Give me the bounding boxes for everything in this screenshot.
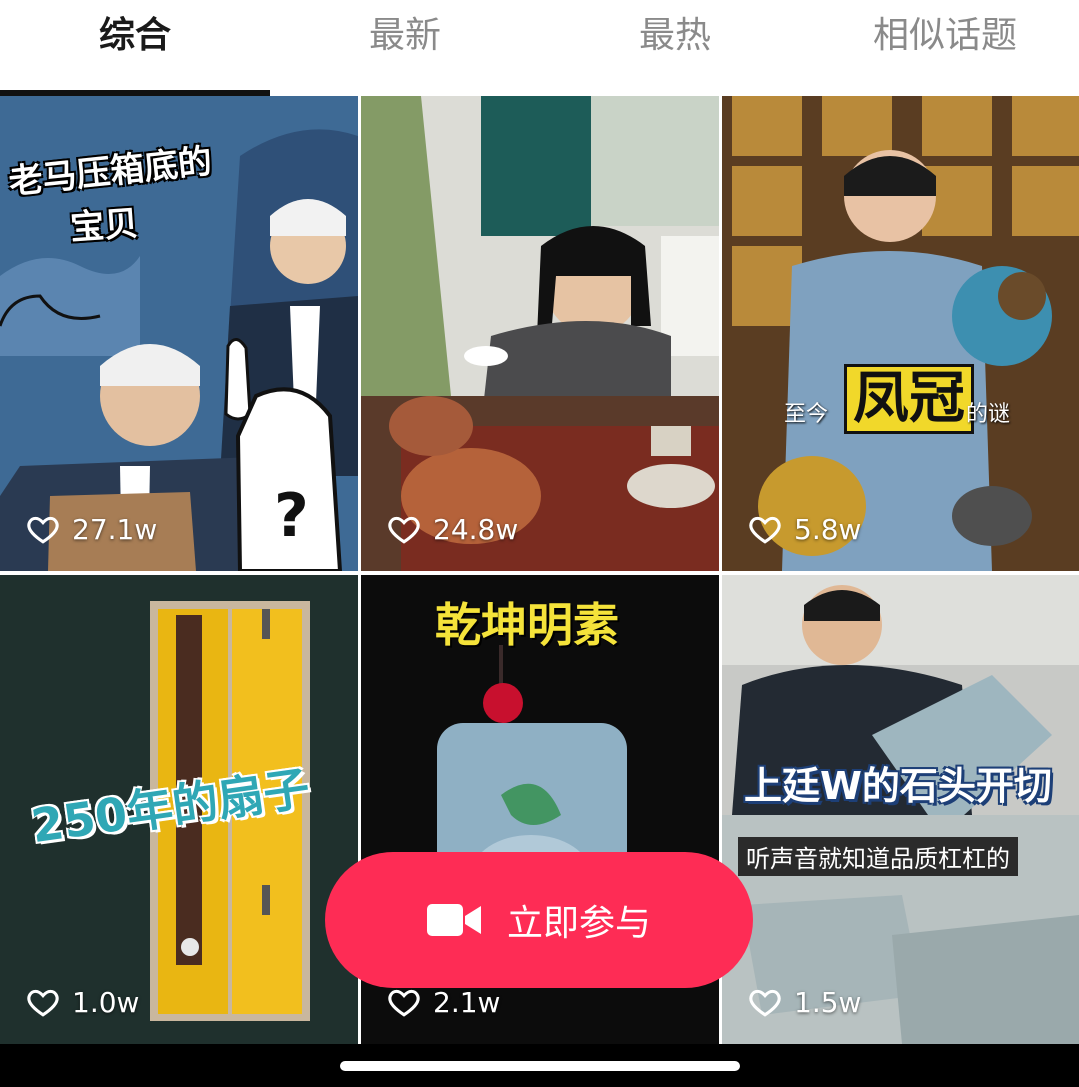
tab-hottest[interactable]: 最热 [580,10,770,62]
like-count-text: 1.5w [794,985,862,1019]
heart-icon [388,989,420,1017]
like-count-text: 5.8w [794,512,862,546]
heart-icon [27,989,59,1017]
video-card[interactable]: 至今 凤冠 的谜 5.8w [722,96,1079,571]
video-card[interactable]: 24.8w [361,96,719,571]
svg-text:?: ? [274,481,309,551]
like-count: 1.0w [26,982,139,1022]
video-caption-line-2: 宝贝 [68,203,140,249]
video-subcaption: 听声音就知道品质杠杠的 [738,837,1018,876]
like-count: 27.1w [26,509,157,549]
like-count-text: 1.0w [72,985,140,1019]
heart-icon [388,516,420,544]
like-count: 24.8w [387,509,518,549]
tab-comprehensive[interactable]: 综合 [40,10,230,62]
video-caption: 凤冠 [844,364,974,434]
tab-bar: 综合 最新 最热 相似话题 [0,0,1079,96]
video-caption: 乾坤明素 [435,598,619,652]
video-camera-icon [426,904,481,936]
like-count: 2.1w [387,982,500,1022]
heart-icon [749,516,781,544]
like-count-text: 27.1w [72,512,158,546]
heart-icon [27,516,59,544]
video-card[interactable]: 上廷W的石头开切 听声音就知道品质杠杠的 1.5w [722,575,1079,1044]
join-now-button[interactable]: 立即参与 [325,852,753,988]
tab-latest[interactable]: 最新 [310,10,500,62]
tab-similar-topics[interactable]: 相似话题 [830,10,1060,62]
like-count-text: 2.1w [433,985,501,1019]
like-count-text: 24.8w [433,512,519,546]
video-thumbnail [722,96,1079,571]
join-now-label: 立即参与 [506,903,651,944]
video-card[interactable]: ? 老马压箱底的 宝贝 27.1w [0,96,358,571]
caption-prefix: 至今 [784,402,829,427]
like-count: 5.8w [748,509,861,549]
video-thumbnail [361,96,719,571]
caption-suffix: 的谜 [966,402,1011,427]
like-count: 1.5w [748,982,861,1022]
video-card[interactable]: 250年的扇子 1.0w [0,575,358,1044]
home-indicator[interactable] [340,1061,740,1071]
heart-icon [749,989,781,1017]
video-caption: 上廷W的石头开切 [744,764,1052,808]
